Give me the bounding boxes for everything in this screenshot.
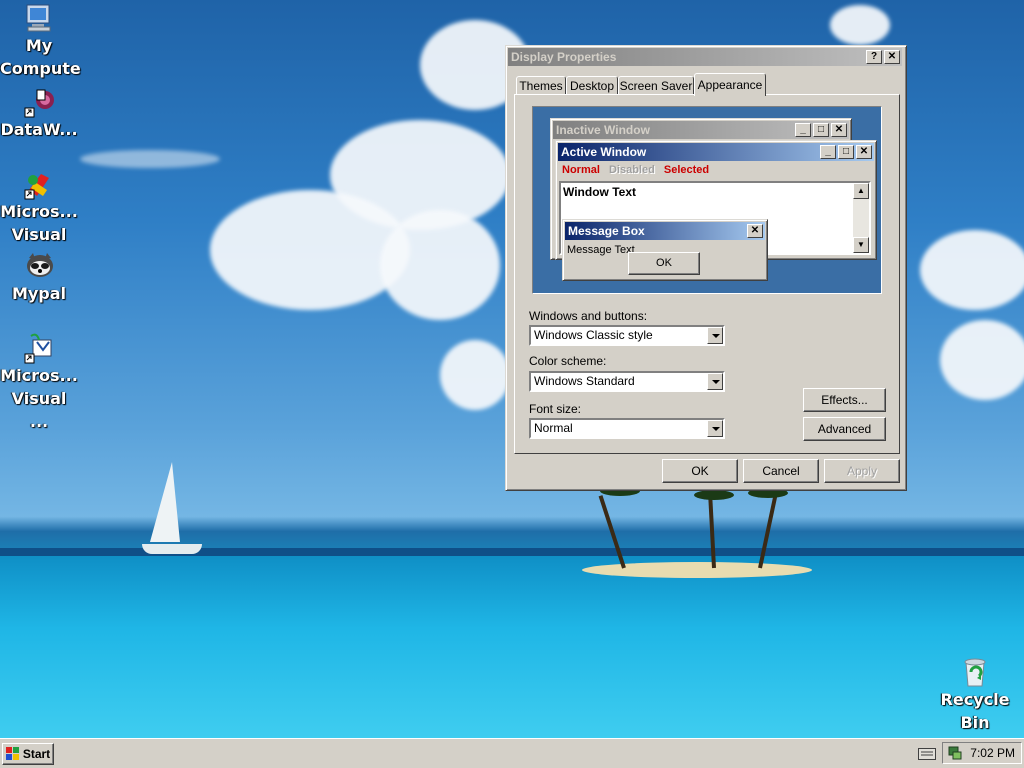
preview-menu-normal: Normal — [562, 164, 600, 176]
cancel-button[interactable]: Cancel — [743, 459, 819, 483]
tab-appearance[interactable]: Appearance — [694, 73, 766, 96]
recycle-bin-icon — [964, 658, 986, 687]
start-button[interactable]: Start — [2, 743, 54, 765]
windows-buttons-label: Windows and buttons: — [529, 309, 648, 323]
preview-active-title: Active Window — [561, 145, 647, 159]
desktop-icon-datawatch[interactable]: DataW... — [0, 86, 78, 141]
chevron-down-icon[interactable] — [707, 327, 723, 344]
minimize-icon: _ — [820, 145, 836, 159]
my-computer-icon — [26, 4, 51, 32]
taskbar: Start 7:02 PM — [0, 738, 1024, 768]
desktop-icon-mypal[interactable]: Mypal — [0, 250, 78, 305]
preview-ok-button: OK — [628, 252, 700, 275]
chevron-down-icon[interactable] — [707, 373, 723, 390]
maximize-icon: □ — [813, 123, 829, 137]
datawatch-icon — [24, 89, 54, 118]
island — [582, 562, 812, 578]
font-size-select[interactable]: Normal — [529, 418, 725, 439]
font-size-label: Font size: — [529, 402, 582, 416]
windows-logo-icon — [5, 747, 19, 760]
network-icon[interactable] — [947, 745, 963, 761]
windows-buttons-select[interactable]: Windows Classic style — [529, 325, 725, 346]
keyboard-icon[interactable] — [918, 748, 936, 760]
preview-menu-bar: Normal Disabled Selected — [562, 164, 709, 176]
preview-scrollbar: ▲ ▼ — [853, 183, 869, 253]
tab-screen-saver[interactable]: Screen Saver — [618, 76, 694, 95]
preview-message-text: Message Text — [567, 244, 635, 256]
apply-button[interactable]: Apply — [824, 459, 900, 483]
effects-button[interactable]: Effects... — [803, 388, 886, 412]
desktop-icon-visual-foxpro[interactable]: Micros... Visual ... — [0, 332, 78, 433]
clock[interactable]: 7:02 PM — [970, 746, 1015, 760]
system-tray: 7:02 PM — [942, 742, 1022, 764]
dialog-title: Display Properties — [511, 50, 617, 64]
close-icon: ✕ — [747, 224, 763, 238]
preview-message-box-title: Message Box — [568, 224, 645, 238]
preview-menu-selected: Selected — [663, 164, 710, 176]
tab-desktop[interactable]: Desktop — [566, 76, 618, 95]
close-icon[interactable]: ✕ — [884, 50, 900, 64]
chevron-down-icon[interactable] — [707, 420, 723, 437]
desktop-icon-recycle-bin[interactable]: Recycle Bin — [936, 656, 1014, 734]
preview-menu-disabled: Disabled — [608, 164, 655, 176]
preview-inactive-title: Inactive Window — [556, 123, 650, 137]
visual-studio-icon — [24, 174, 49, 200]
color-scheme-select[interactable]: Windows Standard — [529, 371, 725, 392]
mypal-browser-icon — [27, 253, 53, 277]
tab-themes[interactable]: Themes — [516, 76, 566, 95]
color-scheme-label: Color scheme: — [529, 354, 607, 368]
advanced-button[interactable]: Advanced — [803, 417, 886, 441]
visual-foxpro-icon — [24, 333, 52, 364]
close-icon: ✕ — [856, 145, 872, 159]
close-icon: ✕ — [831, 123, 847, 137]
ok-button[interactable]: OK — [662, 459, 738, 483]
help-button[interactable]: ? — [866, 50, 882, 64]
preview-window-text: Window Text — [563, 185, 636, 199]
minimize-icon: _ — [795, 123, 811, 137]
desktop-icon-my-computer[interactable]: My Compute — [0, 2, 81, 80]
dialog-titlebar[interactable]: Display Properties ? ✕ — [508, 48, 902, 66]
maximize-icon: □ — [838, 145, 854, 159]
